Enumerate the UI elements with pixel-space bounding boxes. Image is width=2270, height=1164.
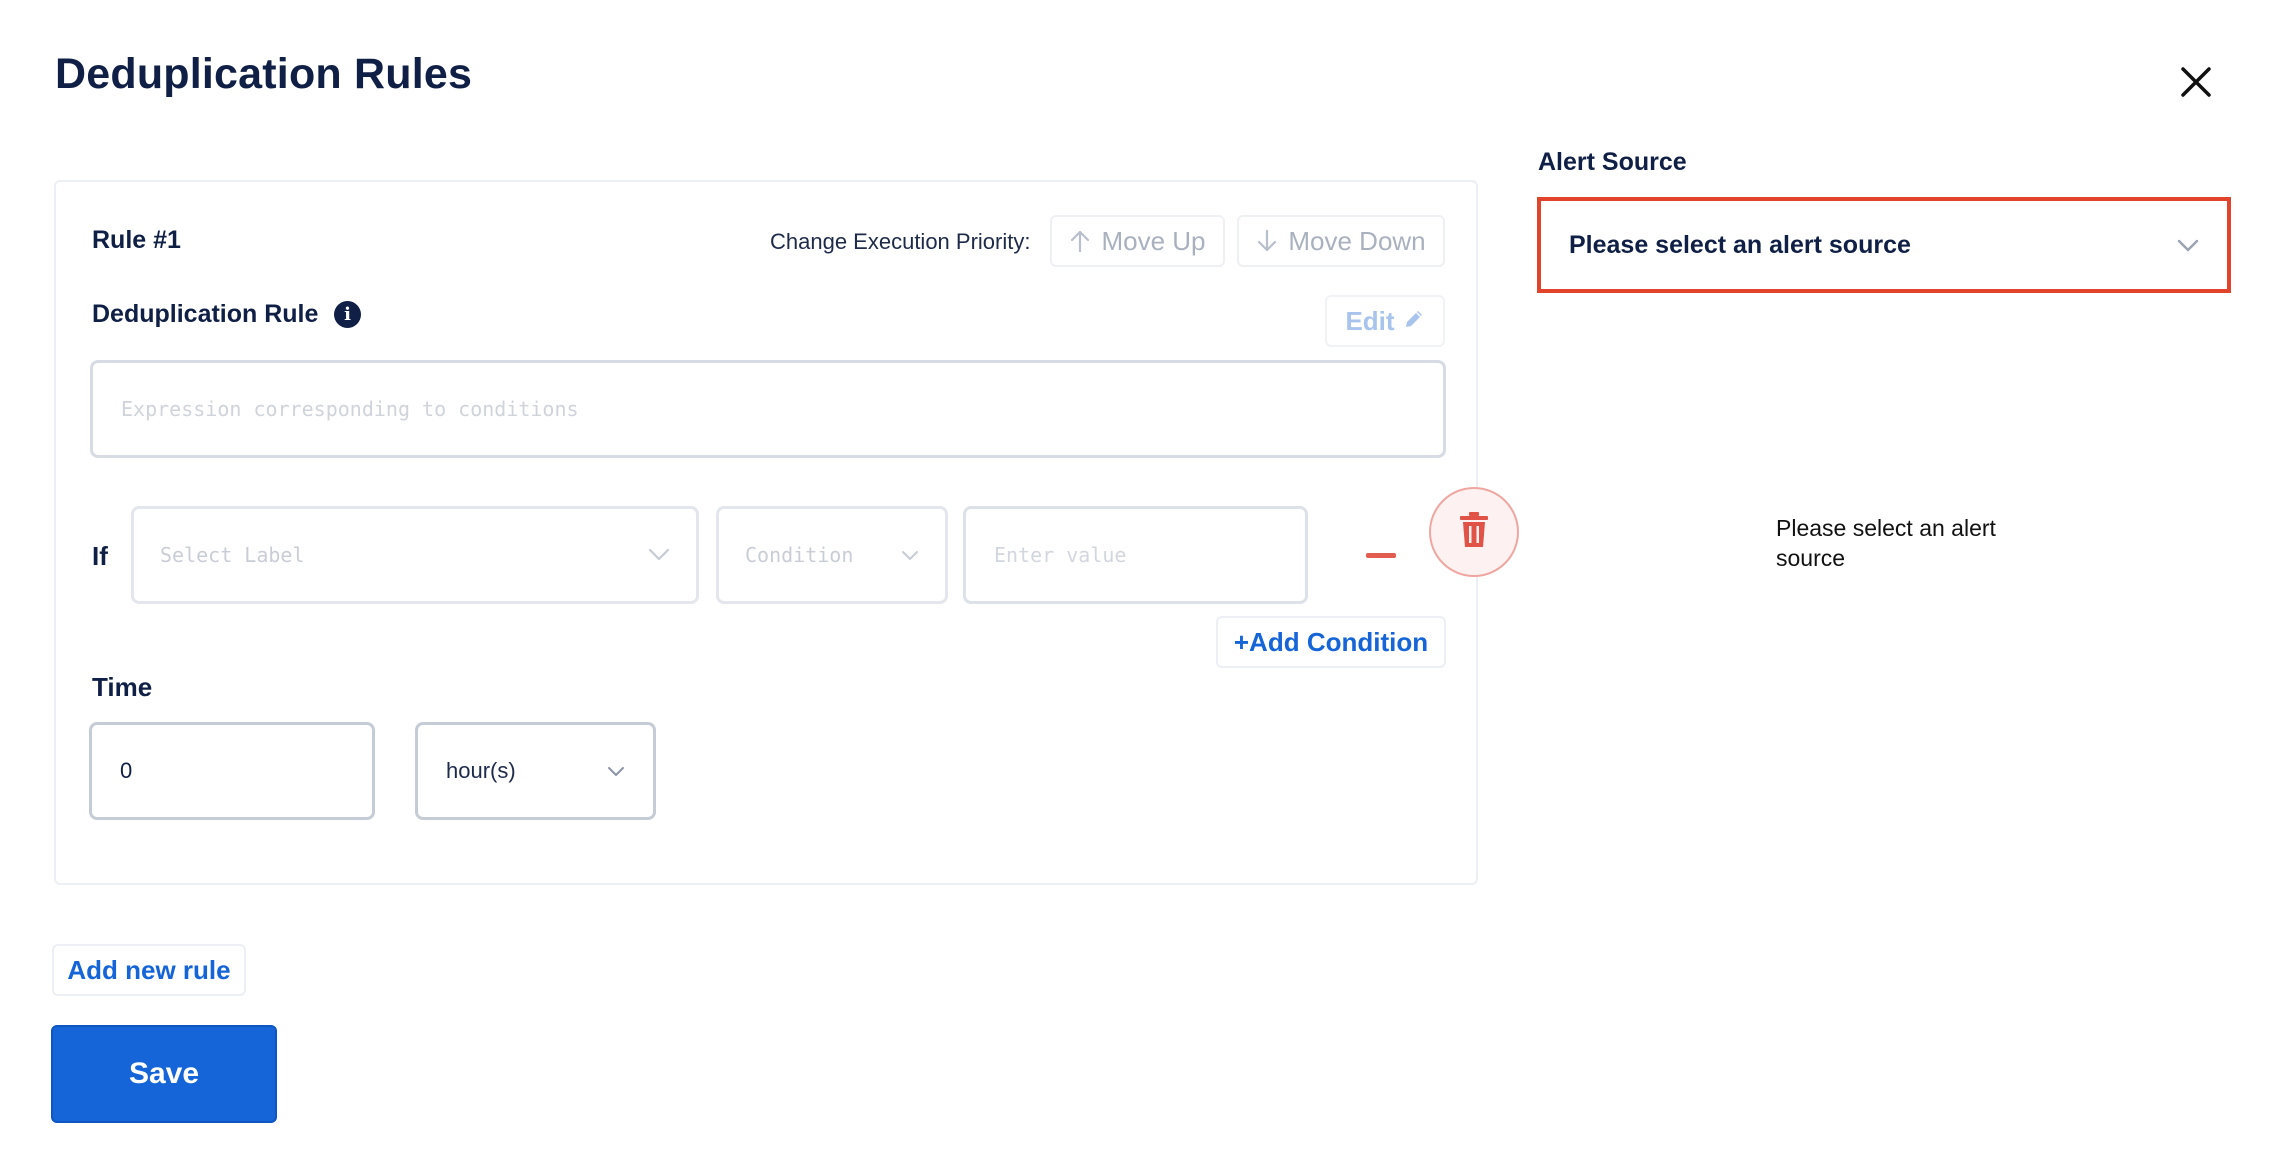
condition-select[interactable]: Condition	[716, 506, 948, 604]
value-input[interactable]	[963, 506, 1308, 604]
deduplication-rule-label: Deduplication Rule	[92, 300, 319, 328]
trash-icon	[1459, 511, 1489, 553]
arrow-up-icon	[1069, 229, 1091, 253]
if-label: If	[92, 541, 108, 571]
condition-select-placeholder: Condition	[745, 543, 854, 567]
chevron-down-icon	[607, 758, 625, 784]
time-unit-value: hour(s)	[446, 758, 516, 783]
chevron-down-icon	[901, 543, 919, 567]
remove-condition-button[interactable]	[1366, 553, 1396, 558]
chevron-down-icon	[2177, 231, 2199, 260]
label-select-placeholder: Select Label	[160, 543, 305, 567]
chevron-down-icon	[648, 543, 670, 567]
arrow-down-icon	[1256, 229, 1278, 253]
time-label: Time	[92, 672, 153, 702]
close-icon[interactable]	[2174, 60, 2218, 104]
alert-source-select[interactable]: Please select an alert source	[1537, 197, 2231, 293]
move-up-label: Move Up	[1101, 225, 1206, 256]
expression-input[interactable]	[90, 360, 1446, 458]
edit-button[interactable]: Edit	[1325, 295, 1445, 347]
time-unit-select[interactable]: hour(s)	[415, 722, 656, 820]
rule-title: Rule #1	[92, 226, 181, 254]
move-down-label: Move Down	[1288, 225, 1426, 256]
time-input[interactable]	[89, 722, 375, 820]
move-up-button[interactable]: Move Up	[1050, 215, 1225, 267]
alert-source-placeholder: Please select an alert source	[1569, 230, 1911, 259]
add-new-rule-button[interactable]: Add new rule	[52, 944, 246, 996]
move-down-button[interactable]: Move Down	[1237, 215, 1445, 267]
edit-label: Edit	[1345, 305, 1395, 336]
pencil-icon	[1403, 306, 1425, 337]
delete-rule-button[interactable]	[1429, 487, 1519, 577]
add-condition-button[interactable]: +Add Condition	[1216, 616, 1446, 668]
page-title: Deduplication Rules	[55, 50, 473, 98]
alert-source-empty-message: Please select an alert source	[1776, 515, 1996, 571]
alert-source-label: Alert Source	[1538, 148, 1687, 176]
save-button[interactable]: Save	[51, 1025, 277, 1123]
info-icon[interactable]: i	[334, 301, 361, 328]
label-select[interactable]: Select Label	[131, 506, 699, 604]
priority-label: Change Execution Priority:	[770, 229, 1031, 254]
